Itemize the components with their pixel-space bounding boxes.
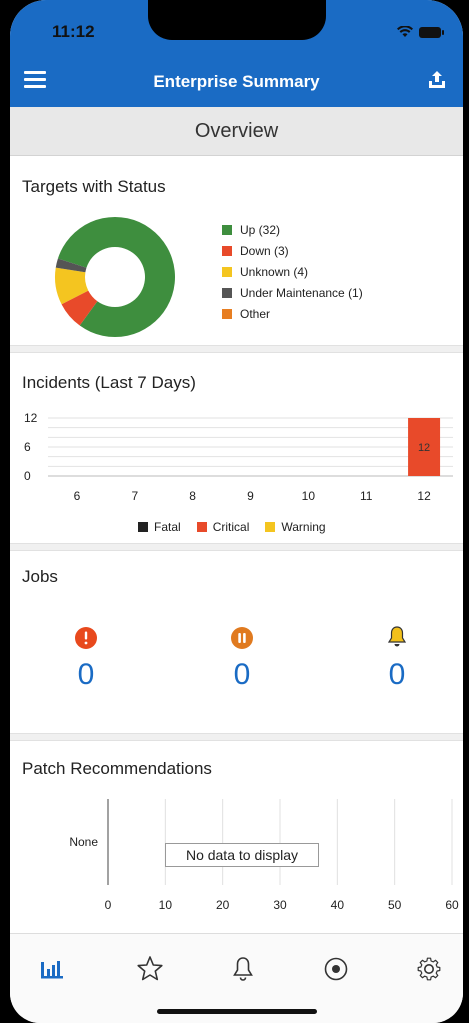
x-tick-label: 10 — [159, 898, 173, 912]
targets-legend-item: Other — [222, 307, 270, 321]
targets-donut-chart — [54, 217, 175, 337]
section-divider — [10, 733, 463, 741]
targets-legend-item: Down (3) — [222, 244, 289, 258]
share-icon[interactable] — [425, 68, 449, 92]
bell-icon[interactable] — [226, 952, 260, 986]
x-tick-label: 8 — [189, 489, 196, 503]
jobs-section: Jobs 0 0 0 — [10, 551, 463, 733]
jobs-suspended-card[interactable]: 0 — [212, 627, 272, 692]
status-time: 11:12 — [52, 22, 95, 41]
star-icon[interactable] — [133, 952, 167, 986]
section-divider — [10, 543, 463, 551]
legend-swatch — [138, 522, 148, 532]
nav-bar: 11:12 Enterprise Summary — [10, 0, 463, 107]
legend-label: Unknown (4) — [240, 265, 309, 279]
app-screen: 11:12 Enterprise Summary Overview Target… — [10, 0, 463, 1023]
target-icon[interactable] — [319, 952, 353, 986]
overview-header: Overview — [10, 107, 463, 156]
x-tick-label: 30 — [273, 898, 287, 912]
jobs-error-count: 0 — [77, 658, 95, 691]
device-notch — [148, 0, 326, 40]
legend-label: Critical — [212, 520, 250, 534]
incidents-legend-item: Critical — [196, 520, 250, 534]
page-title: Enterprise Summary — [153, 72, 320, 91]
jobs-problem-card[interactable]: 0 — [367, 625, 427, 692]
battery-icon — [419, 26, 444, 38]
incidents-legend-item: Warning — [265, 520, 326, 534]
targets-title: Targets with Status — [22, 177, 166, 196]
x-tick-label: 0 — [105, 898, 112, 912]
jobs-title: Jobs — [22, 567, 58, 586]
overview-label: Overview — [194, 120, 279, 142]
legend-label: Under Maintenance (1) — [240, 286, 363, 300]
no-data-message: No data to display — [165, 843, 319, 867]
legend-swatch — [222, 309, 232, 319]
legend-label: Other — [240, 307, 271, 321]
phone-device: 11:12 Enterprise Summary Overview Target… — [0, 0, 469, 1023]
incidents-legend: Fatal Critical Warning — [138, 520, 342, 534]
status-icons — [397, 24, 444, 40]
home-indicator — [157, 1009, 317, 1014]
y-tick-label: 0 — [24, 469, 31, 483]
x-tick-label: 60 — [445, 898, 459, 912]
y-category-label: None — [69, 835, 98, 849]
pause-icon — [231, 627, 253, 649]
x-tick-label: 20 — [216, 898, 230, 912]
legend-swatch — [222, 246, 232, 256]
x-tick-label: 7 — [131, 489, 138, 503]
legend-label: Up (32) — [240, 223, 281, 237]
incidents-legend-item: Fatal — [138, 520, 181, 534]
targets-legend-item: Unknown (4) — [222, 265, 308, 279]
bell-icon — [387, 626, 407, 647]
x-tick-label: 50 — [388, 898, 402, 912]
bar-chart-icon[interactable] — [35, 952, 69, 986]
legend-swatch — [196, 522, 207, 532]
targets-legend-item: Up (32) — [222, 223, 280, 237]
y-tick-label: 6 — [24, 440, 31, 454]
bar-data-label: 12 — [418, 442, 430, 454]
legend-label: Warning — [281, 520, 326, 534]
legend-label: Down (3) — [240, 244, 289, 258]
patch-title: Patch Recommendations — [22, 759, 212, 778]
error-icon — [75, 627, 97, 649]
legend-swatch — [222, 225, 232, 235]
legend-swatch — [265, 522, 276, 532]
jobs-problem-count: 0 — [388, 658, 406, 691]
legend-swatch — [222, 288, 232, 298]
legend-swatch — [222, 267, 232, 277]
targets-section: Targets with Status Up (32) Down (3) Unkno… — [10, 157, 463, 345]
legend-label: Fatal — [154, 520, 181, 534]
section-divider — [10, 345, 463, 353]
incidents-title: Incidents (Last 7 Days) — [22, 373, 196, 392]
x-tick-label: 12 — [417, 489, 431, 503]
jobs-error-card[interactable]: 0 — [56, 627, 116, 692]
x-tick-label: 40 — [331, 898, 345, 912]
x-tick-label: 11 — [360, 489, 373, 503]
wifi-icon — [397, 26, 413, 37]
incidents-bar-chart: 0 6 12 6 7 8 9 10 11 12 12 — [24, 411, 453, 503]
y-tick-label: 12 — [24, 411, 38, 425]
gear-icon[interactable] — [412, 952, 446, 986]
x-tick-label: 6 — [74, 489, 81, 503]
targets-legend-item: Under Maintenance (1) — [222, 286, 363, 300]
x-tick-label: 9 — [247, 489, 254, 503]
x-tick-label: 10 — [302, 489, 316, 503]
jobs-suspended-count: 0 — [233, 658, 251, 691]
